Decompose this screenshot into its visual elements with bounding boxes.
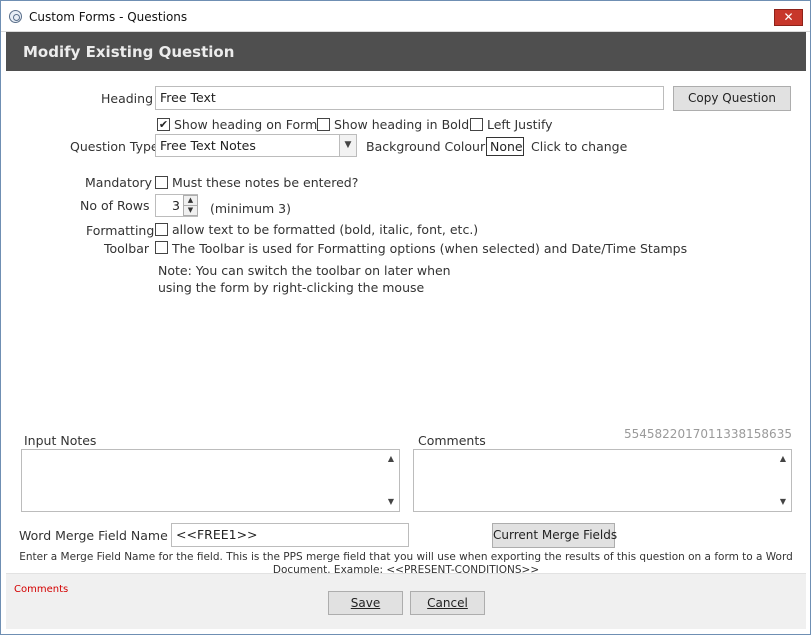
question-type-label: Question Type	[70, 139, 159, 154]
mandatory-label: Mandatory	[85, 175, 153, 190]
save-button[interactable]: Save	[328, 591, 403, 615]
toolbar-note: Note: You can switch the toolbar on late…	[158, 262, 451, 296]
scroll-up-icon[interactable]: ▲	[385, 453, 397, 465]
comments-textarea[interactable]: ▲ ▼	[413, 449, 792, 512]
left-justify-label: Left Justify	[487, 117, 553, 132]
copy-question-label: Copy Question	[688, 91, 776, 105]
background-colour-label: Background Colour	[366, 139, 486, 154]
question-type-select[interactable]: Free Text Notes ▼	[155, 134, 357, 157]
title-bar[interactable]: Custom Forms - Questions ✕	[1, 1, 810, 32]
save-label: Save	[350, 596, 381, 610]
show-heading-bold-checkbox[interactable]	[317, 118, 330, 131]
toolbar-option-label: The Toolbar is used for Formatting optio…	[172, 241, 688, 256]
question-type-value: Free Text Notes	[160, 138, 256, 153]
merge-help-text: Enter a Merge Field Name for the field. …	[6, 551, 806, 573]
copy-question-button[interactable]: Copy Question	[673, 86, 791, 111]
merge-field-input[interactable]: <<FREE1>>	[171, 523, 409, 547]
rows-label: No of Rows	[80, 198, 150, 213]
spin-down-icon[interactable]: ▼	[183, 205, 198, 216]
merge-field-label: Word Merge Field Name	[19, 528, 168, 543]
input-notes-label: Input Notes	[24, 433, 97, 448]
dialog-window: Custom Forms - Questions ✕ Modify Existi…	[0, 0, 811, 635]
scroll-down-icon[interactable]: ▼	[777, 496, 789, 508]
background-colour-swatch[interactable]: None	[486, 137, 524, 156]
toolbar-checkbox[interactable]	[155, 241, 168, 254]
heading-input[interactable]: Free Text	[155, 86, 664, 110]
cancel-label: Cancel	[427, 596, 468, 610]
comments-link[interactable]: Comments	[14, 584, 68, 595]
cancel-button[interactable]: Cancel	[410, 591, 485, 615]
left-justify-checkbox[interactable]	[470, 118, 483, 131]
heading-label: Heading	[101, 91, 154, 106]
merge-help-line2: Document. Example: <<PRESENT-CONDITIONS>…	[272, 564, 540, 573]
close-button[interactable]: ✕	[774, 9, 803, 26]
show-heading-bold-label: Show heading in Bold	[334, 117, 470, 132]
mandatory-option-label: Must these notes be entered?	[172, 175, 359, 190]
current-merge-fields-button[interactable]: Current Merge Fields	[492, 523, 617, 548]
toolbar-note-line1: Note: You can switch the toolbar on late…	[158, 263, 451, 278]
formatting-label: Formatting	[86, 223, 155, 238]
toolbar-label: Toolbar	[104, 241, 150, 256]
rows-hint: (minimum 3)	[210, 201, 291, 216]
comments-label: Comments	[418, 433, 486, 448]
formatting-option-label: allow text to be formatted (bold, italic…	[172, 222, 479, 237]
app-icon	[9, 10, 22, 23]
footer-bar: Comments Save Cancel	[6, 573, 806, 629]
form-content: Heading Free Text Copy Question ✔ Show h…	[6, 71, 806, 573]
formatting-checkbox[interactable]	[155, 223, 168, 236]
window-title: Custom Forms - Questions	[29, 10, 188, 24]
header-band: Modify Existing Question	[6, 32, 806, 71]
input-notes-textarea[interactable]: ▲ ▼	[21, 449, 400, 512]
scroll-up-icon[interactable]: ▲	[777, 453, 789, 465]
toolbar-note-line2: using the form by right-clicking the mou…	[158, 280, 425, 295]
show-heading-on-form-checkbox[interactable]: ✔	[157, 118, 170, 131]
show-heading-on-form-label: Show heading on Form	[174, 117, 318, 132]
record-id: 5545822017011338158635	[624, 427, 792, 441]
click-to-change-text[interactable]: Click to change	[531, 139, 627, 154]
chevron-down-icon[interactable]: ▼	[339, 135, 356, 156]
mandatory-checkbox[interactable]	[155, 176, 168, 189]
page-title: Modify Existing Question	[23, 43, 235, 61]
merge-help-line1: Enter a Merge Field Name for the field. …	[19, 551, 793, 563]
scroll-down-icon[interactable]: ▼	[385, 496, 397, 508]
rows-value: 3	[172, 198, 180, 213]
